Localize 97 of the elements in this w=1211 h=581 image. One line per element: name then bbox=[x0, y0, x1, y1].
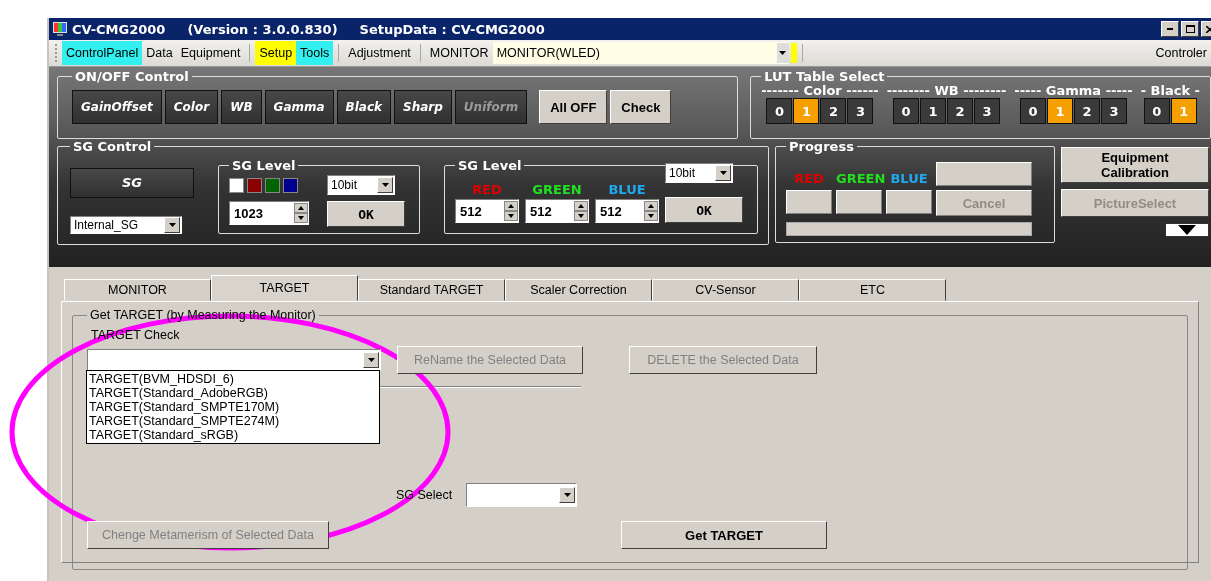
source-dropdown[interactable]: Internal_SG bbox=[70, 215, 182, 234]
spin-arrows-icon bbox=[574, 201, 588, 221]
dropdown-option[interactable]: TARGET(BVM_HDSDI_6) bbox=[89, 372, 377, 386]
readout-field bbox=[786, 190, 832, 214]
channel-label: BLUE bbox=[608, 182, 646, 197]
spin-arrows-icon bbox=[644, 201, 658, 221]
maximize-button[interactable] bbox=[1181, 21, 1199, 37]
spin-arrows-icon bbox=[294, 203, 308, 223]
lut-option[interactable]: 0 bbox=[1143, 98, 1170, 124]
level-spinner[interactable]: 512 bbox=[455, 199, 519, 223]
bit-dropdown[interactable]: 10bit bbox=[327, 175, 395, 195]
group-title: ON/OFF Control bbox=[74, 69, 190, 84]
expand-button[interactable] bbox=[1165, 223, 1209, 237]
color-swatch[interactable] bbox=[229, 177, 244, 193]
menu-item[interactable]: Equipment bbox=[176, 41, 245, 65]
window-title: CV-CMG2000 bbox=[72, 21, 166, 37]
lut-group-label: ------- Color ------ bbox=[761, 84, 879, 98]
dropdown-option[interactable]: TARGET(Standard_AdobeRGB) bbox=[89, 386, 377, 400]
level-spinner[interactable]: 1023 bbox=[229, 201, 309, 225]
tab[interactable]: MONITOR bbox=[64, 279, 211, 301]
toggle-button[interactable]: Gamma bbox=[264, 90, 334, 124]
group-title: SG Level bbox=[457, 158, 523, 173]
channel-label: RED bbox=[472, 182, 502, 197]
readout-field bbox=[886, 190, 932, 214]
side-button[interactable]: Equipment Calibration bbox=[1061, 147, 1209, 183]
minimize-icon bbox=[1167, 28, 1173, 30]
down-triangle-icon bbox=[1178, 225, 1196, 235]
lut-option[interactable]: 2 bbox=[1074, 98, 1100, 124]
group-title: LUT Table Select bbox=[763, 69, 886, 84]
tab[interactable]: Standard TARGET bbox=[358, 279, 505, 301]
dropdown-option[interactable]: TARGET(Standard_SMPTE274M) bbox=[89, 414, 377, 428]
channel-label: RED bbox=[793, 171, 825, 186]
menu-item[interactable]: Setup bbox=[255, 41, 297, 65]
lut-option[interactable]: 0 bbox=[766, 98, 793, 124]
spin-arrows-icon bbox=[504, 201, 518, 221]
lut-option[interactable]: 0 bbox=[1020, 98, 1046, 124]
color-swatch[interactable] bbox=[265, 177, 280, 193]
lut-group-label: -------- WB -------- bbox=[886, 84, 1007, 98]
tab[interactable]: TARGET bbox=[211, 275, 358, 301]
lut-option[interactable]: 1 bbox=[920, 98, 946, 124]
lut-option[interactable]: 2 bbox=[947, 98, 973, 124]
caret-icon bbox=[381, 183, 389, 187]
minimize-button[interactable] bbox=[1161, 21, 1179, 37]
maximize-icon bbox=[1185, 25, 1195, 33]
lut-option[interactable]: 2 bbox=[820, 98, 847, 124]
lut-option[interactable]: 3 bbox=[974, 98, 1000, 124]
tab[interactable]: ETC bbox=[799, 279, 946, 301]
action-button[interactable]: Check bbox=[610, 90, 672, 124]
lut-option[interactable]: 3 bbox=[847, 98, 874, 124]
sg-select-dropdown[interactable] bbox=[466, 483, 578, 507]
monitor-dropdown[interactable]: MONITOR(WLED) bbox=[492, 42, 789, 64]
bit-dropdown[interactable]: 10bit bbox=[665, 163, 733, 183]
close-icon bbox=[1206, 25, 1211, 33]
toggle-button[interactable]: Black bbox=[336, 90, 392, 124]
controller-label: Controler bbox=[1155, 46, 1207, 60]
channel-label: GREEN bbox=[532, 182, 582, 197]
dropdown-option[interactable]: TARGET(Standard_sRGB) bbox=[89, 428, 377, 442]
version-text: (Version : 3.0.0.830) bbox=[187, 21, 338, 37]
lut-option[interactable]: 3 bbox=[1101, 98, 1127, 124]
group-title: SG Control bbox=[72, 139, 153, 154]
target-dropdown[interactable] bbox=[87, 349, 381, 371]
group-title: SG Level bbox=[231, 158, 297, 173]
menu-item[interactable]: ControlPanel bbox=[62, 41, 143, 65]
channel-label: BLUE bbox=[889, 171, 929, 186]
menu-item[interactable]: Tools bbox=[296, 41, 334, 65]
tab[interactable]: CV-Sensor bbox=[652, 279, 799, 301]
indicator-bar bbox=[790, 43, 797, 63]
readout-field bbox=[836, 190, 882, 214]
ok-button[interactable]: OK bbox=[665, 197, 743, 223]
toggle-button[interactable]: Color bbox=[164, 90, 219, 124]
color-swatch[interactable] bbox=[283, 177, 298, 193]
dropdown-option[interactable]: TARGET(Standard_SMPTE170M) bbox=[89, 400, 377, 414]
action-button[interactable]: All OFF bbox=[539, 90, 608, 124]
get-target-button[interactable]: Get TARGET bbox=[621, 521, 827, 549]
caret-icon bbox=[779, 51, 787, 55]
lut-option[interactable]: 0 bbox=[893, 98, 919, 124]
caret-icon bbox=[563, 493, 571, 497]
ok-button[interactable]: OK bbox=[327, 201, 405, 227]
monitor-label: MONITOR bbox=[428, 46, 490, 60]
setup-data-text: SetupData : CV-CMG2000 bbox=[359, 21, 545, 37]
group-title: Progress bbox=[788, 139, 855, 154]
color-swatch[interactable] bbox=[247, 177, 262, 193]
caret-icon bbox=[719, 171, 727, 175]
toggle-button[interactable]: Sharp bbox=[394, 90, 452, 124]
tab[interactable]: Scaler Correction bbox=[505, 279, 652, 301]
level-spinner[interactable]: 512 bbox=[595, 199, 659, 223]
menu-item[interactable]: Adjustment bbox=[344, 41, 415, 65]
sg-button[interactable]: SG bbox=[70, 168, 194, 198]
caret-icon bbox=[367, 358, 375, 362]
monitor-icon bbox=[52, 21, 68, 37]
toggle-button[interactable]: GainOffset bbox=[72, 90, 162, 124]
level-spinner[interactable]: 512 bbox=[525, 199, 589, 223]
lut-group-label: ----- Gamma ----- bbox=[1014, 84, 1133, 98]
lut-group-label: - Black - bbox=[1140, 84, 1200, 98]
toggle-button[interactable]: WB bbox=[221, 90, 262, 124]
menu-item[interactable]: Data bbox=[142, 41, 177, 65]
caret-icon bbox=[168, 222, 176, 227]
